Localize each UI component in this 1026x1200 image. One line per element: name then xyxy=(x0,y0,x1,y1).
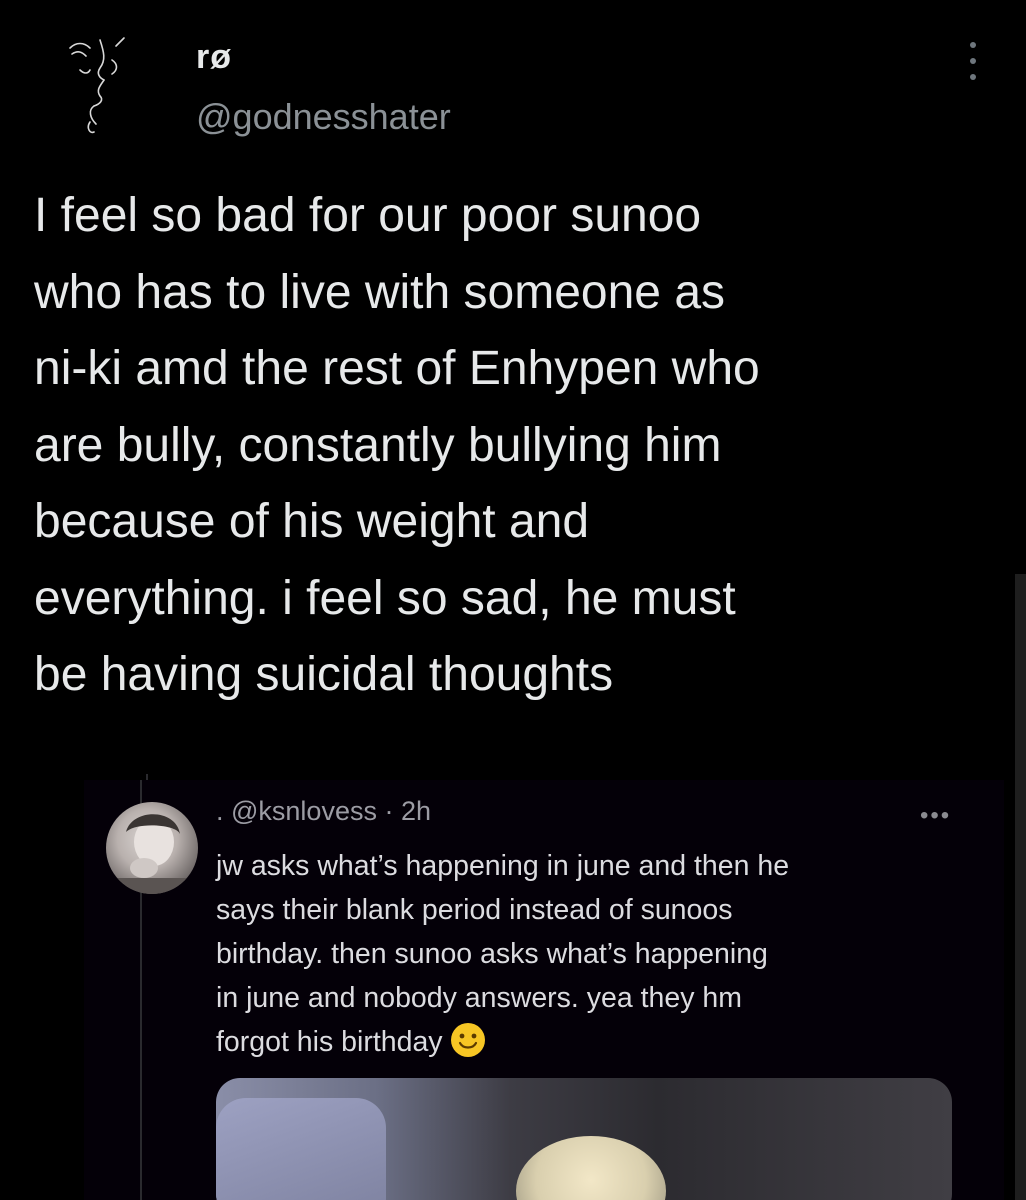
inner-more-icon: ••• xyxy=(920,802,952,829)
profile-avatar[interactable] xyxy=(60,30,140,140)
user-handle[interactable]: @godnesshater xyxy=(196,96,451,138)
line-art-face-icon xyxy=(69,37,125,134)
dot xyxy=(970,42,976,48)
inner-author-meta: . @ksnlovess · 2h xyxy=(216,796,431,826)
inner-tweet-text: jw asks what’s happening in june and the… xyxy=(216,844,976,1064)
display-name[interactable]: rø xyxy=(196,38,232,77)
tweet: rø @godnesshater I feel so bad for our p… xyxy=(0,0,1026,1200)
more-options-icon[interactable] xyxy=(955,38,991,84)
dot xyxy=(970,74,976,80)
inner-media-image xyxy=(216,1078,952,1200)
inner-avatar xyxy=(106,802,198,894)
dot xyxy=(970,58,976,64)
media-figure-center xyxy=(516,1136,666,1200)
media-figure-left xyxy=(216,1098,386,1200)
tweet-text: I feel so bad for our poor sunoo who has… xyxy=(34,189,760,701)
slightly-smiling-face-icon xyxy=(451,1023,486,1057)
scrollbar[interactable] xyxy=(1015,574,1026,1200)
embedded-screenshot-image[interactable]: . @ksnlovess · 2h ••• jw asks what’s hap… xyxy=(84,780,1004,1200)
inner-tweet-body: jw asks what’s happening in june and the… xyxy=(216,850,790,1058)
